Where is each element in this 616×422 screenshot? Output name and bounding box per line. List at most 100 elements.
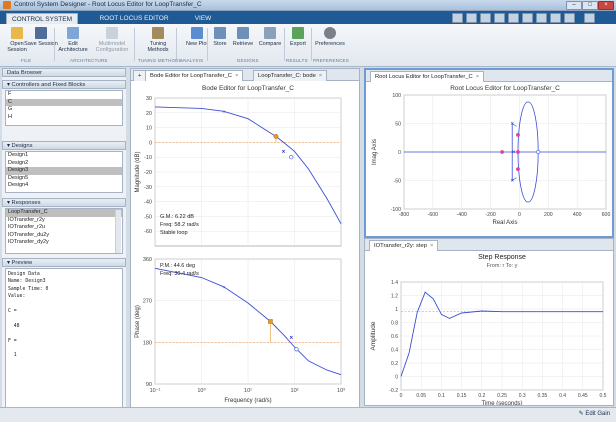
list-item[interactable]: LoopTransfer_C — [6, 209, 122, 217]
list-item[interactable]: C — [6, 98, 122, 107]
designs-section-header[interactable]: ▾ Designs — [2, 141, 126, 150]
tick-label: -400 — [457, 212, 467, 218]
maximize-button[interactable]: □ — [582, 1, 598, 10]
list-item[interactable]: Design1 — [6, 152, 122, 160]
minimize-button[interactable]: – — [566, 1, 582, 10]
tick-label: 0.6 — [391, 334, 398, 340]
y-axis-label: Phase (deg) — [135, 305, 141, 338]
close-icon[interactable]: × — [235, 73, 238, 79]
edit-gain-link[interactable]: ✎ Edit Gain — [579, 410, 610, 417]
zero-marker — [294, 347, 299, 352]
step-response-plot[interactable]: Step Response From: r To: y 0 0.05 0.1 0.15 0.… — [365, 250, 613, 405]
edit-architecture-button[interactable]: Edit Architecture — [56, 27, 90, 54]
tab-view[interactable]: VIEW — [188, 13, 218, 24]
tick-label: 0.3 — [519, 393, 526, 399]
list-item[interactable]: Design5 — [6, 175, 122, 183]
undo-icon[interactable] — [522, 13, 533, 23]
save-session-button[interactable]: Save Session — [24, 27, 58, 47]
tick-label: -100 — [391, 207, 401, 213]
section-architecture: ARCHITECTURE — [70, 58, 108, 63]
multimodel-configuration-button[interactable]: Multimodel Configuration — [94, 27, 130, 54]
toolstrip-tabs: CONTROL SYSTEM ROOT LOCUS EDITOR VIEW — [0, 11, 616, 25]
tick-label: 0.25 — [497, 393, 507, 399]
list-item[interactable]: IOTransfer_r2u — [6, 224, 122, 232]
tick-label: 360 — [143, 257, 152, 263]
root-locus-panel: Root Locus Editor for LoopTransfer_C × Ro… — [364, 68, 614, 238]
responses-section-header[interactable]: ▾ Responses — [2, 198, 126, 207]
controllers-list: F C G H — [5, 90, 123, 126]
list-item[interactable]: Design2 — [6, 160, 122, 168]
section-tuning-methods: TUNING METHODS — [138, 58, 182, 63]
cut-icon[interactable] — [480, 13, 491, 23]
ribbon-divider — [54, 28, 55, 61]
switch-windows-icon[interactable] — [550, 13, 561, 23]
tick-label: 0.15 — [457, 393, 467, 399]
section-analysis: ANALYSIS — [180, 58, 204, 63]
section-results: RESULTS — [286, 58, 308, 63]
retrieve-icon — [237, 27, 249, 39]
store-button[interactable]: Store — [208, 27, 232, 47]
list-item[interactable]: IOTransfer_dy2y — [6, 239, 122, 247]
tick-label: 1.2 — [391, 294, 398, 300]
list-item[interactable]: F — [6, 91, 122, 99]
list-item[interactable]: Design4 — [6, 182, 122, 190]
tick-label: 0 — [398, 150, 401, 156]
preview-section-header[interactable]: ▾ Preview — [2, 258, 126, 267]
export-button[interactable]: Export — [285, 27, 311, 47]
controllers-section-header[interactable]: ▾ Controllers and Fixed Blocks — [2, 80, 126, 89]
bode-editor-panel: + Bode Editor for LoopTransfer_C × LoopTr… — [130, 68, 360, 418]
search-icon[interactable] — [452, 13, 463, 23]
tick-label: -0.2 — [389, 388, 398, 394]
close-icon[interactable]: × — [430, 243, 433, 249]
ribbon-divider — [134, 28, 135, 61]
tuning-methods-button[interactable]: Tuning Methods — [141, 27, 175, 54]
save-icon[interactable] — [466, 13, 477, 23]
tick-label: -50 — [394, 179, 402, 185]
tick-label: 180 — [143, 340, 152, 346]
root-locus-plot[interactable]: Root Locus Editor for LoopTransfer_C-800… — [366, 81, 612, 236]
close-icon[interactable]: × — [319, 73, 322, 79]
closed-loop-pole — [516, 150, 520, 154]
list-item[interactable]: IOTransfer_du2y — [6, 232, 122, 240]
tick-label: 10³ — [337, 388, 345, 394]
paste-icon[interactable] — [508, 13, 519, 23]
x-axis-label: Time (seconds) — [481, 401, 522, 405]
list-item[interactable]: Design3 — [6, 167, 122, 175]
tick-label: 0 — [149, 140, 152, 146]
redo-icon[interactable] — [536, 13, 547, 23]
close-button[interactable]: × — [598, 1, 614, 10]
responses-scrollbar[interactable] — [115, 210, 121, 253]
list-item[interactable]: IOTransfer_r2y — [6, 217, 122, 225]
compare-button[interactable]: Compare — [256, 27, 284, 47]
tick-label: 50 — [395, 122, 401, 128]
ribbon-divider — [284, 28, 285, 61]
closed-loop-pole — [516, 133, 520, 137]
bode-plot[interactable]: Bode Editor for LoopTransfer_C -60 -50 -40 -… — [131, 80, 359, 417]
tick-label: 0.5 — [600, 393, 607, 399]
tick-label: 10⁰ — [197, 387, 206, 394]
zero-marker — [536, 149, 541, 155]
tick-label: 600 — [602, 212, 611, 218]
tick-label: 200 — [544, 212, 553, 218]
tick-label: -10 — [144, 155, 152, 161]
list-item[interactable]: H — [6, 114, 122, 122]
preferences-button[interactable]: Preferences — [312, 27, 348, 47]
expand-icon[interactable] — [584, 13, 595, 23]
list-item[interactable]: G — [6, 106, 122, 114]
y-axis-label: Imag Axis — [372, 139, 378, 165]
close-icon[interactable]: × — [476, 74, 479, 80]
closed-loop-pole — [516, 167, 520, 171]
copy-icon[interactable] — [494, 13, 505, 23]
pole-marker: × — [510, 122, 514, 128]
tick-label: 0 — [395, 375, 398, 381]
help-icon[interactable] — [564, 13, 575, 23]
window-title: Control System Designer - Root Locus Edi… — [14, 1, 202, 8]
tick-label: -600 — [428, 212, 438, 218]
folder-icon — [11, 27, 23, 39]
tab-root-locus-editor[interactable]: ROOT LOCUS EDITOR — [86, 13, 182, 24]
margin-annotation: Freq: 30.4 rad/s — [160, 271, 199, 277]
tick-label: 0.2 — [478, 393, 485, 399]
step-title: Step Response — [478, 254, 526, 261]
retrieve-button[interactable]: Retrieve — [230, 27, 256, 47]
tick-label: 30 — [146, 96, 152, 102]
